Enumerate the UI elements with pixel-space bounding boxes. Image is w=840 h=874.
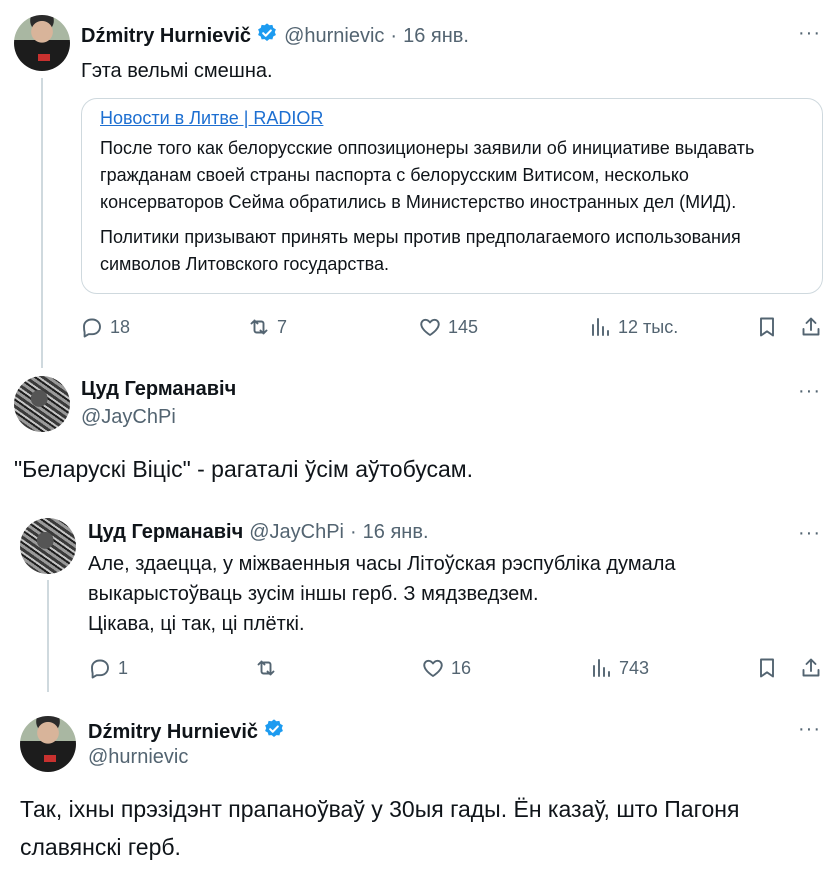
tweet-text: Гэта вельмі смешна. <box>81 60 273 82</box>
tweet-date[interactable]: 16 янв. <box>403 25 469 48</box>
author-name[interactable]: Dźmitry Hurnievič <box>81 25 251 48</box>
bookmark-icon <box>760 658 774 678</box>
tweet-line: Але, здаецца, у міжваенныя часы Літоўска… <box>88 553 676 575</box>
quoted-line: консерваторов Сейма обратились в Министе… <box>100 192 737 212</box>
verified-badge-icon <box>263 718 285 746</box>
tweet1-actions: 18 7 145 12 тыс. <box>0 312 840 342</box>
tweet-text: "Беларускі Віціс" - рагаталі ўсім аўтобу… <box>14 456 473 482</box>
repost-icon <box>257 660 275 676</box>
tweet2-header: Цуд Германавіч <box>81 378 236 401</box>
verified-badge-icon <box>256 22 278 50</box>
tweet4-handle-row: @hurnievic <box>88 746 188 769</box>
views-button[interactable]: 12 тыс. <box>588 312 678 342</box>
tweet-text: Так, іхны прэзідэнт прапаноўваў у 30ыя г… <box>20 790 739 866</box>
author-handle[interactable]: @hurnievic <box>284 25 384 48</box>
share-icon <box>802 658 820 677</box>
reply-count: 18 <box>110 316 131 337</box>
quoted-text-paragraph1: После того как белорусские оппозиционеры… <box>100 135 804 216</box>
views-icon <box>593 659 610 677</box>
share-icon <box>802 317 820 336</box>
quoted-line: После того как белорусские оппозиционеры… <box>100 138 755 158</box>
reply-icon <box>91 659 109 679</box>
views-button[interactable]: 743 <box>589 653 649 683</box>
like-count: 16 <box>451 657 472 678</box>
more-icon[interactable]: ··· <box>798 522 821 545</box>
tweet-text: Але, здаецца, у міжваенныя часы Літоўска… <box>88 549 676 639</box>
like-count: 145 <box>448 316 479 337</box>
repost-button[interactable] <box>254 653 284 683</box>
views-icon <box>592 318 609 336</box>
tweet1-header: Dźmitry Hurnievič @hurnievic · 16 янв. <box>81 22 469 50</box>
author-handle[interactable]: @JayChPi <box>249 521 344 544</box>
avatar-jaychpi[interactable] <box>14 376 70 432</box>
tweet-line: Так, іхны прэзідэнт прапаноўваў у 30ыя г… <box>20 796 740 822</box>
repost-button[interactable]: 7 <box>247 312 287 342</box>
quoted-line: символов Литовского государства. <box>100 254 389 274</box>
avatar-jaychpi[interactable] <box>20 518 76 574</box>
more-icon[interactable]: ··· <box>798 380 821 403</box>
tweet-line: Цікава, ці так, ці плёткі. <box>88 613 305 635</box>
avatar-hurnievic[interactable] <box>14 15 70 71</box>
reply-icon <box>83 318 101 338</box>
like-icon <box>423 659 443 677</box>
more-icon[interactable]: ··· <box>798 718 821 741</box>
like-icon <box>420 318 440 336</box>
avatar-hurnievic[interactable] <box>20 716 76 772</box>
quoted-text-paragraph2: Политики призывают принять меры против п… <box>100 224 804 278</box>
repost-count: 7 <box>277 316 288 337</box>
quoted-source-link[interactable]: Новости в Литве | RADIOR <box>100 107 804 129</box>
author-handle[interactable]: @hurnievic <box>88 746 188 769</box>
more-icon[interactable]: ··· <box>798 22 821 45</box>
bookmark-icon <box>760 317 774 337</box>
tweet3-actions: 1 16 743 <box>0 653 840 683</box>
quoted-line: Политики призывают принять меры против п… <box>100 227 741 247</box>
author-name[interactable]: Dźmitry Hurnievič <box>88 721 258 744</box>
bookmark-button[interactable] <box>755 312 779 342</box>
tweet-date[interactable]: 16 янв. <box>363 521 429 544</box>
views-count: 12 тыс. <box>618 316 679 337</box>
repost-icon <box>250 319 268 335</box>
quoted-post[interactable]: Новости в Литве | RADIOR После того как … <box>81 98 823 294</box>
tweet2-handle-row: @JayChPi <box>81 406 176 429</box>
author-name[interactable]: Цуд Германавіч <box>88 521 243 544</box>
tweet-line: выкарыстоўваць зусім іншы герб. З мядзве… <box>88 583 539 605</box>
quoted-line: гражданам своей страны паспорта с белору… <box>100 165 689 185</box>
tweet4-header: Dźmitry Hurnievič <box>88 718 285 746</box>
like-button[interactable]: 16 <box>421 653 471 683</box>
reply-count: 1 <box>118 657 129 678</box>
reply-button[interactable]: 1 <box>88 653 128 683</box>
like-button[interactable]: 145 <box>418 312 478 342</box>
share-button[interactable] <box>799 653 823 683</box>
bookmark-button[interactable] <box>755 653 779 683</box>
author-handle[interactable]: @JayChPi <box>81 406 176 429</box>
reply-button[interactable]: 18 <box>80 312 130 342</box>
share-button[interactable] <box>799 312 823 342</box>
views-count: 743 <box>619 657 650 678</box>
author-name[interactable]: Цуд Германавіч <box>81 378 236 401</box>
tweet3-header: Цуд Германавіч @JayChPi · 16 янв. <box>88 521 429 544</box>
tweet-line: славянскі герб. <box>20 834 181 860</box>
separator-dot: · <box>390 24 398 47</box>
separator-dot: · <box>350 521 357 543</box>
